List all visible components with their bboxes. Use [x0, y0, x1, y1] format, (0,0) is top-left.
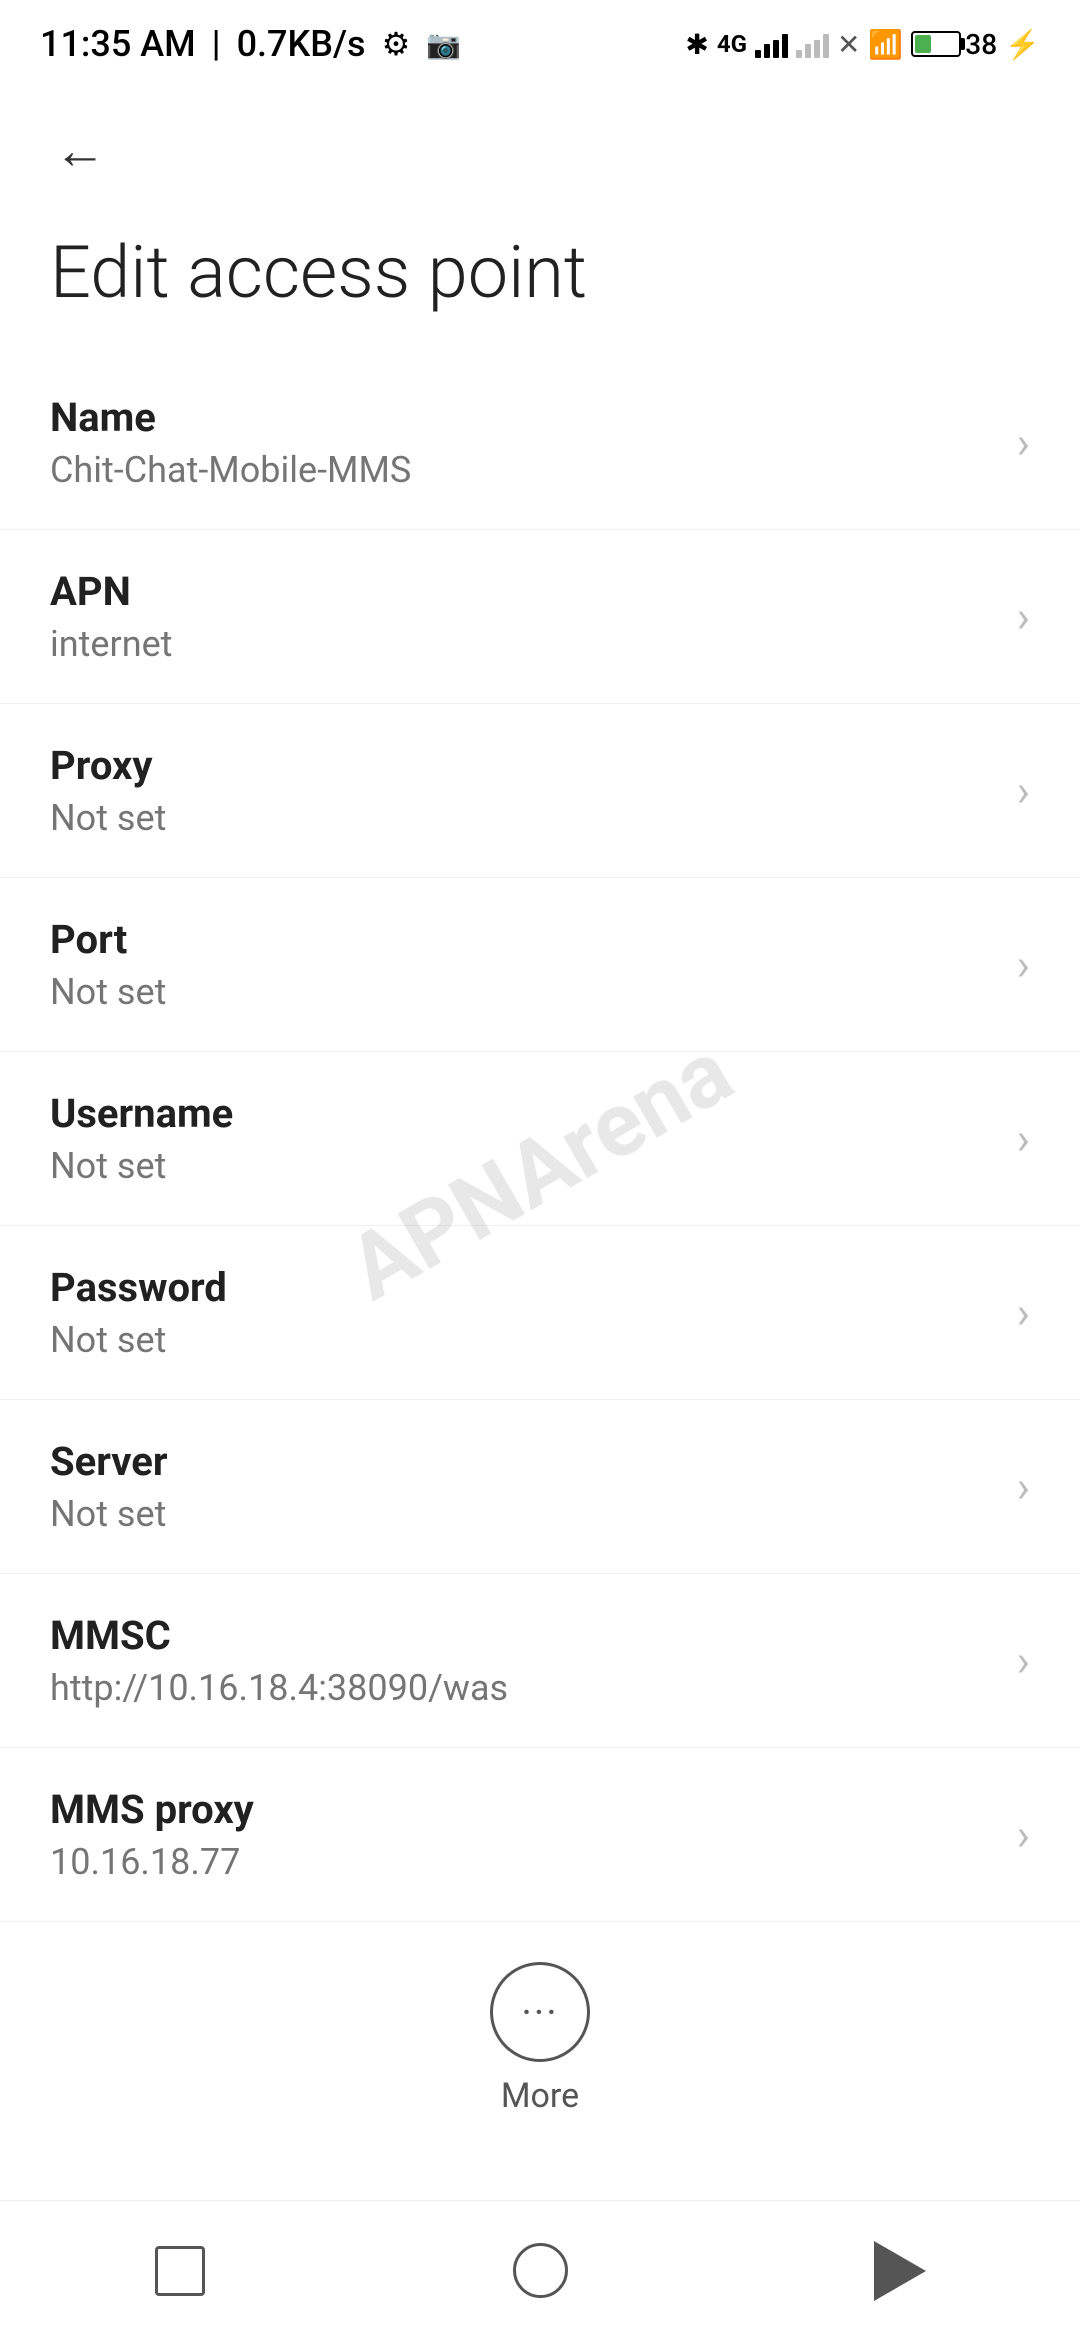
settings-label-mms-proxy: MMS proxy: [50, 1786, 997, 1833]
wifi-icon: 📶: [868, 28, 903, 61]
nav-bar: [0, 2200, 1080, 2340]
chevron-right-icon-mms-proxy: ›: [1017, 1809, 1030, 1861]
settings-label-port: Port: [50, 916, 997, 963]
settings-item-password[interactable]: Password Not set ›: [0, 1226, 1080, 1400]
chevron-right-icon-port: ›: [1017, 939, 1030, 991]
status-bar: 11:35 AM | 0.7KB/s ⚙ 📷 ✱ 4G ✕ 📶 38 ⚡: [0, 0, 1080, 80]
settings-value-username: Not set: [50, 1145, 997, 1187]
nav-circle-icon: [513, 2243, 568, 2298]
settings-item-apn-content: APN internet: [50, 568, 997, 665]
network-4g-icon: 4G: [717, 30, 747, 58]
settings-value-port: Not set: [50, 971, 997, 1013]
signal-bars-1: [755, 30, 788, 58]
nav-square-icon: [155, 2246, 205, 2296]
chevron-right-icon-server: ›: [1017, 1461, 1030, 1513]
settings-value-name: Chit-Chat-Mobile-MMS: [50, 449, 997, 491]
chevron-right-icon-password: ›: [1017, 1287, 1030, 1339]
nav-triangle-icon: [874, 2241, 926, 2301]
settings-item-proxy-content: Proxy Not set: [50, 742, 997, 839]
bluetooth-icon: ✱: [685, 28, 708, 61]
settings-value-mms-proxy: 10.16.18.77: [50, 1841, 997, 1883]
settings-item-mmsc[interactable]: MMSC http://10.16.18.4:38090/was ›: [0, 1574, 1080, 1748]
settings-label-username: Username: [50, 1090, 997, 1137]
settings-value-mmsc: http://10.16.18.4:38090/was: [50, 1667, 997, 1709]
settings-item-server-content: Server Not set: [50, 1438, 997, 1535]
more-button[interactable]: ···: [490, 1962, 590, 2062]
nav-recent-apps-button[interactable]: [130, 2231, 230, 2311]
settings-value-server: Not set: [50, 1493, 997, 1535]
signal-bars-2: [796, 30, 829, 58]
more-container: ··· More: [0, 1932, 1080, 2146]
status-time-network: 11:35 AM | 0.7KB/s ⚙ 📷: [40, 23, 461, 65]
page-title: Edit access point: [0, 210, 1080, 356]
status-separator: |: [212, 23, 221, 65]
settings-icon: ⚙: [382, 25, 411, 63]
back-button[interactable]: ←: [40, 110, 120, 190]
settings-label-mmsc: MMSC: [50, 1612, 997, 1659]
settings-label-apn: APN: [50, 568, 997, 615]
charging-icon: ⚡: [1005, 28, 1040, 61]
settings-value-proxy: Not set: [50, 797, 997, 839]
status-right-icons: ✱ 4G ✕ 📶 38 ⚡: [685, 28, 1040, 61]
battery-indicator: 38: [911, 28, 997, 61]
settings-label-name: Name: [50, 394, 997, 441]
chevron-right-icon-apn: ›: [1017, 591, 1030, 643]
settings-item-port[interactable]: Port Not set ›: [0, 878, 1080, 1052]
more-dots-icon: ···: [521, 1989, 558, 2036]
chevron-right-icon-mmsc: ›: [1017, 1635, 1030, 1687]
settings-list: Name Chit-Chat-Mobile-MMS › APN internet…: [0, 356, 1080, 1922]
more-label: More: [501, 2076, 579, 2116]
settings-item-username[interactable]: Username Not set ›: [0, 1052, 1080, 1226]
settings-item-port-content: Port Not set: [50, 916, 997, 1013]
settings-item-mms-proxy[interactable]: MMS proxy 10.16.18.77 ›: [0, 1748, 1080, 1922]
settings-label-password: Password: [50, 1264, 997, 1311]
settings-item-username-content: Username Not set: [50, 1090, 997, 1187]
settings-item-password-content: Password Not set: [50, 1264, 997, 1361]
nav-back-button[interactable]: [850, 2231, 950, 2311]
battery-box: [911, 31, 961, 57]
chevron-right-icon-proxy: ›: [1017, 765, 1030, 817]
chevron-right-icon-name: ›: [1017, 417, 1030, 469]
settings-item-mms-proxy-content: MMS proxy 10.16.18.77: [50, 1786, 997, 1883]
settings-value-password: Not set: [50, 1319, 997, 1361]
video-icon: 📷: [426, 28, 461, 61]
status-time: 11:35 AM: [40, 23, 196, 65]
battery-percent: 38: [965, 28, 997, 61]
status-network-speed: 0.7KB/s: [237, 23, 366, 65]
back-arrow-icon: ←: [54, 120, 106, 181]
battery-fill: [915, 35, 931, 53]
settings-value-apn: internet: [50, 623, 997, 665]
no-signal-icon: ✕: [837, 28, 860, 61]
chevron-right-icon-username: ›: [1017, 1113, 1030, 1165]
settings-item-name-content: Name Chit-Chat-Mobile-MMS: [50, 394, 997, 491]
settings-item-server[interactable]: Server Not set ›: [0, 1400, 1080, 1574]
settings-label-server: Server: [50, 1438, 997, 1485]
settings-item-apn[interactable]: APN internet ›: [0, 530, 1080, 704]
nav-home-button[interactable]: [490, 2231, 590, 2311]
settings-label-proxy: Proxy: [50, 742, 997, 789]
settings-item-name[interactable]: Name Chit-Chat-Mobile-MMS ›: [0, 356, 1080, 530]
settings-item-proxy[interactable]: Proxy Not set ›: [0, 704, 1080, 878]
toolbar: ←: [0, 80, 1080, 210]
settings-item-mmsc-content: MMSC http://10.16.18.4:38090/was: [50, 1612, 997, 1709]
